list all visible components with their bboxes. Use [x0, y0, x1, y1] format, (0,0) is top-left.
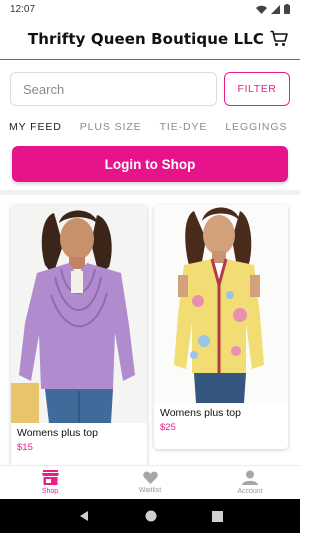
product-title: Womens plus top: [160, 407, 241, 419]
nav-waitlist[interactable]: Waitlist: [100, 466, 200, 499]
tab-leggings[interactable]: LEGGINGS: [225, 116, 287, 142]
search-row: FILTER: [10, 72, 290, 106]
nav-shop-label: Shop: [41, 488, 59, 495]
nav-account[interactable]: Account: [200, 466, 300, 499]
app-title: Thrifty Queen Boutique LLC: [27, 29, 264, 48]
filter-button[interactable]: FILTER: [224, 72, 290, 106]
battery-icon: [284, 4, 290, 14]
app-header: Thrifty Queen Boutique LLC: [0, 18, 300, 60]
cart-icon: [270, 30, 288, 46]
nav-account-label: Account: [237, 488, 263, 495]
nav-waitlist-label: Waitlist: [138, 487, 162, 494]
tab-my-feed[interactable]: MY FEED: [9, 116, 62, 142]
back-icon[interactable]: [78, 510, 90, 522]
signal-icon: [271, 4, 280, 14]
nav-shop[interactable]: Shop: [0, 466, 100, 499]
recents-icon[interactable]: [211, 510, 223, 522]
system-nav-bar: [0, 499, 300, 533]
product-image: [154, 205, 288, 403]
wifi-icon: [256, 5, 267, 14]
store-icon: [41, 470, 59, 485]
bottom-nav: Shop Waitlist Account: [0, 465, 300, 499]
person-icon: [242, 470, 258, 485]
search-input[interactable]: [10, 72, 217, 106]
product-grid: Womens plus top $15 Womens plus top $25: [0, 195, 300, 465]
status-bar: 12:07: [0, 0, 300, 18]
tab-plus-size[interactable]: PLUS SIZE: [80, 116, 142, 142]
status-icons: [256, 4, 290, 14]
tab-tie-dye[interactable]: TIE-DYE: [160, 116, 208, 142]
home-icon[interactable]: [145, 510, 157, 522]
login-to-shop-button[interactable]: Login to Shop: [12, 146, 288, 182]
heart-icon: [142, 471, 158, 484]
product-price: $25: [160, 422, 176, 433]
product-title: Womens plus top: [17, 427, 98, 439]
product-price: $15: [17, 442, 33, 453]
product-card[interactable]: Womens plus top $15: [11, 205, 147, 465]
category-tabs: MY FEED PLUS SIZE TIE-DYE LEGGINGS SE: [0, 116, 300, 142]
product-card[interactable]: Womens plus top $25: [154, 205, 288, 449]
status-time: 12:07: [10, 3, 36, 15]
cart-button[interactable]: [270, 30, 288, 47]
product-image: [11, 205, 147, 423]
